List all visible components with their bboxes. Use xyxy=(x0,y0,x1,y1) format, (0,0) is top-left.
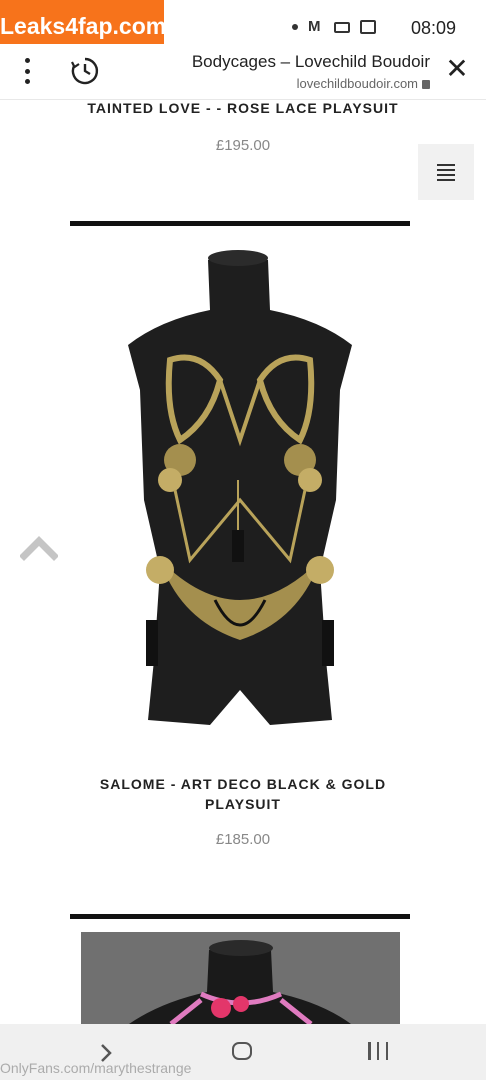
menu-button[interactable] xyxy=(418,144,474,200)
credit-watermark: OnlyFans.com/marythestrange xyxy=(0,1060,192,1076)
history-icon[interactable] xyxy=(70,56,100,86)
status-time: 08:09 xyxy=(410,18,456,38)
url-value: lovechildboudoir.com xyxy=(296,76,418,91)
url-text[interactable]: lovechildboudoir.com xyxy=(297,76,430,91)
close-icon[interactable]: ✕ xyxy=(442,54,472,84)
scroll-top-chevron-icon[interactable] xyxy=(20,532,58,562)
status-icons: M xyxy=(292,18,376,35)
gmail-icon: M xyxy=(308,18,321,35)
notification-dot-icon xyxy=(292,24,298,30)
product-image[interactable] xyxy=(81,932,400,1024)
recents-icon[interactable] xyxy=(368,1042,388,1060)
product-price: £195.00 xyxy=(215,137,271,154)
product-name-line2[interactable]: PLAYSUIT xyxy=(0,794,486,814)
product-price: £185.00 xyxy=(215,831,271,848)
divider xyxy=(70,221,410,226)
lock-icon xyxy=(422,80,430,89)
cast-icon xyxy=(334,21,350,33)
product-image[interactable] xyxy=(100,240,380,740)
gallery-icon xyxy=(360,20,376,34)
divider xyxy=(70,914,410,919)
more-vert-icon[interactable] xyxy=(20,58,34,84)
page-title: Bodycages – Lovechild Boudoir xyxy=(191,52,430,71)
product-name-line1[interactable]: SALOME - ART DECO BLACK & GOLD xyxy=(0,774,486,794)
product-name[interactable]: TAINTED LOVE - - ROSE LACE PLAYSUIT xyxy=(0,98,486,118)
browser-toolbar: Bodycages – Lovechild Boudoir lovechildb… xyxy=(0,44,486,100)
home-icon[interactable] xyxy=(232,1042,252,1060)
